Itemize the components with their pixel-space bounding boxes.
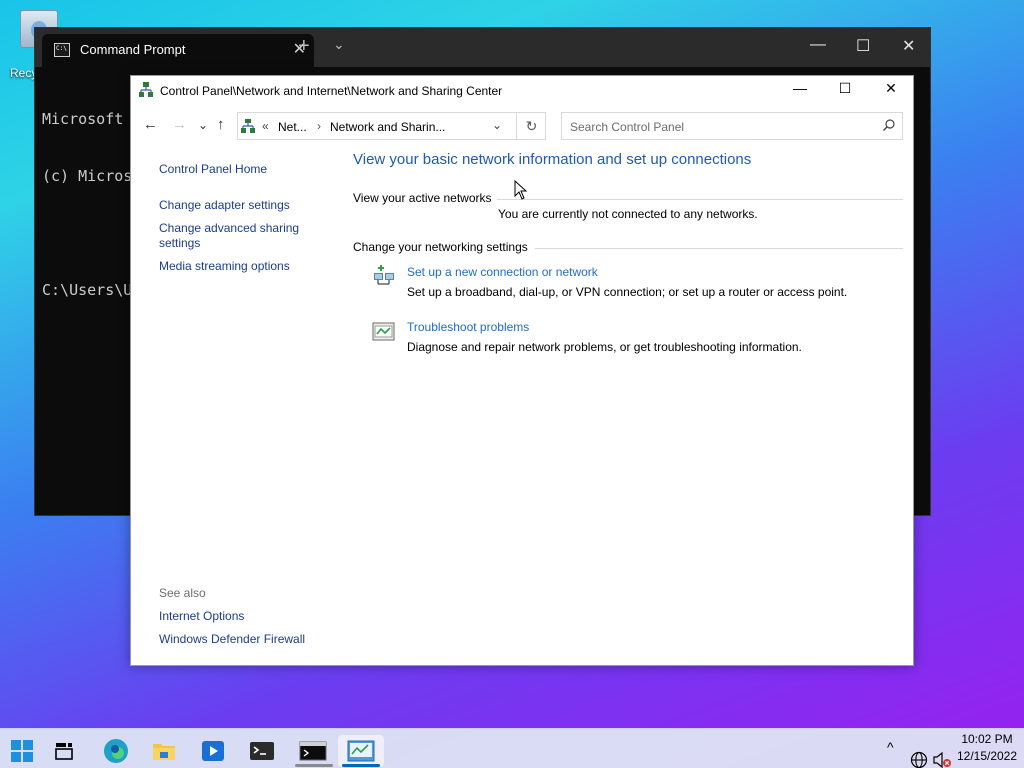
left-pane: Control Panel Home Change adapter settin… — [159, 162, 329, 274]
control-panel-taskbar-button[interactable] — [338, 735, 384, 767]
command-prompt-taskbar-button[interactable] — [291, 735, 335, 767]
window-titlebar[interactable]: Control Panel\Network and Internet\Netwo… — [131, 76, 913, 106]
section-divider — [535, 248, 903, 249]
address-bar[interactable]: « Net... › Network and Sharin... ⌄ ↻ — [237, 112, 546, 140]
volume-muted-icon[interactable] — [932, 740, 952, 768]
clock-date: 12/15/2022 — [956, 749, 1018, 763]
task-view-button[interactable] — [44, 735, 84, 767]
search-input[interactable]: Search Control Panel — [570, 120, 684, 134]
network-globe-icon[interactable] — [909, 740, 929, 768]
terminal-minimize-button[interactable]: — — [810, 36, 826, 54]
new-connection-icon — [374, 265, 394, 285]
recent-locations-button[interactable]: ⌄ — [198, 118, 208, 132]
task-view-icon — [55, 743, 73, 760]
see-also-label: See also — [159, 586, 206, 600]
terminal-close-button[interactable]: ✕ — [902, 36, 915, 56]
command-prompt-icon — [54, 43, 70, 57]
terminal-maximize-button[interactable]: ☐ — [856, 36, 870, 56]
terminal-output[interactable]: Microsoft (c) Micros C:\Users\U — [42, 72, 132, 338]
terminal-line: Microsoft — [42, 110, 124, 128]
control-panel-home-link[interactable]: Control Panel Home — [159, 162, 329, 177]
network-icon — [139, 82, 153, 97]
page-heading: View your basic network information and … — [353, 151, 752, 168]
section-divider — [497, 199, 903, 200]
active-networks-label: View your active networks — [353, 191, 492, 205]
terminal-line: C:\Users\U — [42, 281, 133, 299]
edge-browser-button[interactable] — [96, 735, 136, 767]
forward-button[interactable]: → — [172, 116, 187, 133]
minimize-button[interactable]: — — [777, 80, 823, 102]
setup-connection-description: Set up a broadband, dial-up, or VPN conn… — [407, 285, 848, 299]
search-icon[interactable] — [883, 119, 895, 131]
start-button[interactable] — [2, 735, 42, 767]
address-segment-sharing-center[interactable]: Network and Sharin... — [330, 120, 445, 134]
edge-icon — [104, 739, 128, 763]
terminal-tab[interactable]: Command Prompt ✕ — [42, 34, 314, 67]
terminal-titlebar[interactable]: Command Prompt ✕ + ⌄ — ☐ ✕ — [35, 28, 930, 67]
internet-options-link[interactable]: Internet Options — [159, 609, 329, 624]
network-icon — [241, 119, 255, 133]
troubleshoot-problems-link[interactable]: Troubleshoot problems — [407, 320, 529, 334]
terminal-tab-title: Command Prompt — [80, 42, 186, 57]
terminal-button[interactable] — [242, 735, 282, 767]
setup-connection-link[interactable]: Set up a new connection or network — [407, 265, 598, 279]
media-player-icon — [202, 741, 224, 761]
refresh-button[interactable]: ↻ — [516, 113, 546, 139]
maximize-button[interactable]: ☐ — [822, 80, 868, 102]
back-button[interactable]: ← — [143, 116, 158, 133]
close-button[interactable]: ✕ — [868, 80, 914, 102]
media-streaming-options-link[interactable]: Media streaming options — [159, 259, 329, 274]
control-panel-icon — [347, 740, 375, 762]
mouse-cursor-icon — [514, 180, 528, 200]
address-segment-network[interactable]: Net... — [278, 120, 307, 134]
window-title: Control Panel\Network and Internet\Netwo… — [160, 84, 503, 98]
network-sharing-center-window[interactable]: Control Panel\Network and Internet\Netwo… — [130, 75, 914, 666]
tab-dropdown-button[interactable]: ⌄ — [333, 36, 345, 53]
taskbar: ^ 10:02 PM 12/15/2022 — [0, 728, 1024, 768]
troubleshoot-description: Diagnose and repair network problems, or… — [407, 340, 802, 354]
media-player-button[interactable] — [193, 735, 233, 767]
address-separator[interactable]: › — [317, 119, 321, 133]
change-adapter-settings-link[interactable]: Change adapter settings — [159, 198, 329, 213]
search-box[interactable]: Search Control Panel — [561, 112, 903, 140]
not-connected-message: You are currently not connected to any n… — [498, 207, 758, 221]
navigation-bar: ← → ⌄ ↑ « Net... › Network and Sharin...… — [131, 110, 913, 142]
terminal-icon — [250, 742, 274, 760]
address-overflow-chevron[interactable]: « — [262, 119, 269, 133]
folder-icon — [153, 744, 175, 760]
address-dropdown-button[interactable]: ⌄ — [492, 118, 502, 132]
file-explorer-button[interactable] — [144, 735, 184, 767]
terminal-line: (c) Micros — [42, 167, 133, 185]
clock-time: 10:02 PM — [961, 732, 1013, 746]
new-tab-button[interactable]: + — [298, 35, 310, 58]
show-hidden-icons-button[interactable]: ^ — [887, 739, 894, 768]
troubleshoot-icon — [372, 322, 395, 341]
up-button[interactable]: ↑ — [217, 116, 225, 133]
change-settings-label: Change your networking settings — [353, 240, 528, 254]
change-advanced-sharing-link[interactable]: Change advanced sharing settings — [159, 221, 329, 251]
windows-logo-icon — [11, 740, 33, 762]
command-prompt-icon — [299, 741, 327, 761]
windows-defender-firewall-link[interactable]: Windows Defender Firewall — [159, 632, 329, 647]
system-clock[interactable]: 10:02 PM 12/15/2022 — [954, 731, 1020, 765]
